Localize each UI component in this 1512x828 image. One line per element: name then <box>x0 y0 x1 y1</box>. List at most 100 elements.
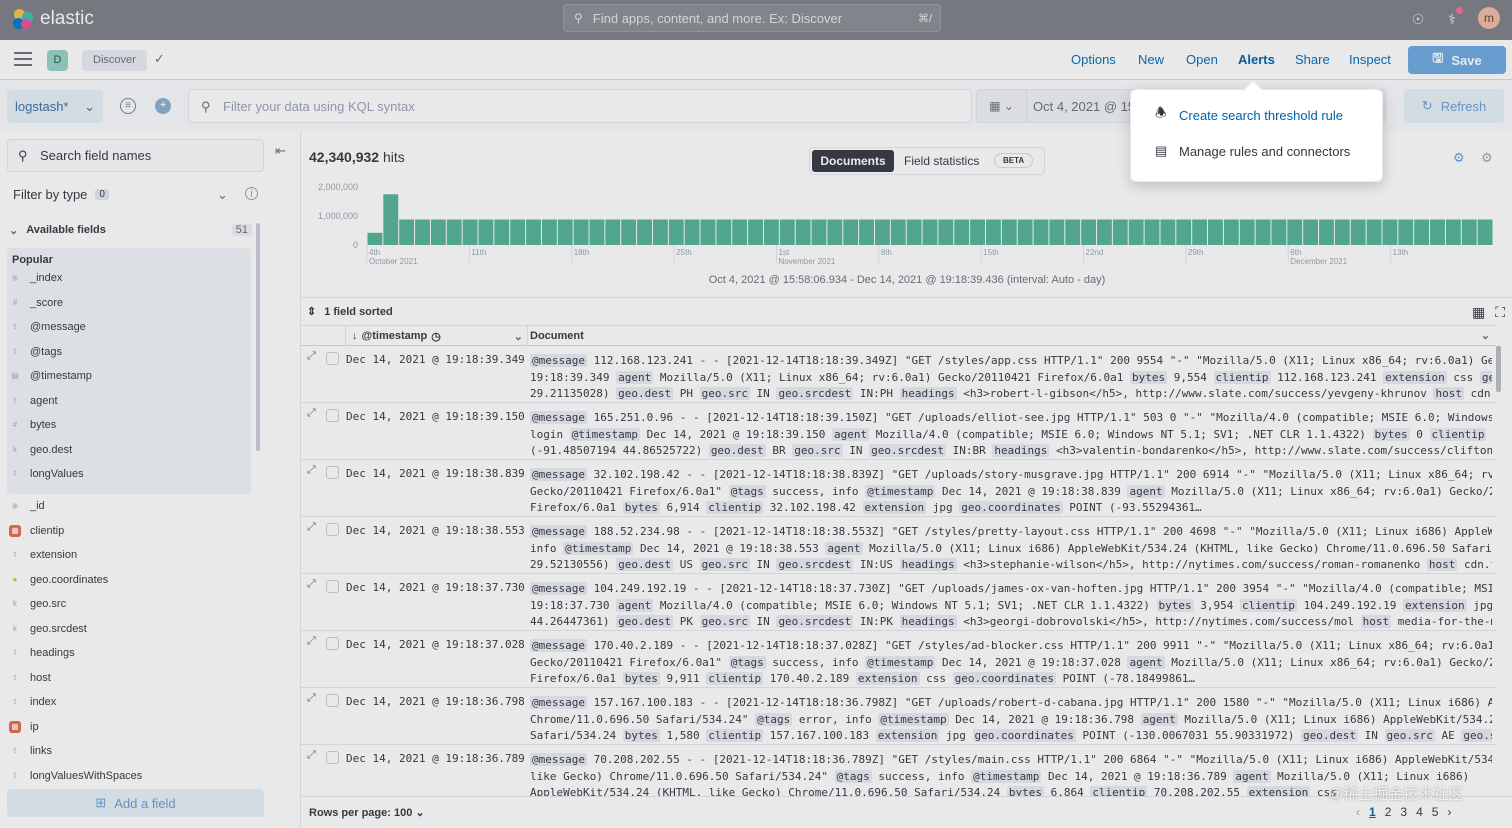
table-row[interactable]: ⤢ Dec 14, 2021 @ 19:18:38.839 @message 32.… <box>301 460 1496 517</box>
refresh-button[interactable]: ↻ Refresh <box>1404 89 1504 123</box>
histogram-bar[interactable] <box>859 219 874 245</box>
histogram-bar[interactable] <box>446 219 462 245</box>
row-checkbox[interactable] <box>326 637 339 650</box>
histogram-bar[interactable] <box>906 219 922 245</box>
histogram-bar[interactable] <box>843 219 859 245</box>
field-search-input[interactable]: ⚲ Search field names <box>7 139 264 172</box>
density-icon[interactable]: ▦ <box>1472 304 1485 321</box>
histogram-bar[interactable] <box>1239 219 1255 245</box>
manage-rules-item[interactable]: ▤ Manage rules and connectors <box>1155 141 1350 161</box>
alerts-link[interactable]: Alerts <box>1238 52 1275 67</box>
expand-row-icon[interactable]: ⤢ <box>307 407 316 420</box>
histogram-bar[interactable] <box>1160 219 1176 245</box>
page-2[interactable]: 2 <box>1385 805 1392 819</box>
histogram-bar[interactable] <box>1334 219 1350 245</box>
histogram-bar[interactable] <box>1065 219 1081 245</box>
histogram-bar[interactable] <box>1208 219 1223 245</box>
histogram-bar[interactable] <box>1461 219 1477 245</box>
histogram-bar[interactable] <box>510 219 526 245</box>
expand-row-icon[interactable]: ⤢ <box>307 692 316 705</box>
histogram-bar[interactable] <box>732 219 748 245</box>
expand-row-icon[interactable]: ⤢ <box>307 521 316 534</box>
histogram-bar[interactable] <box>1112 219 1128 245</box>
field-item[interactable]: k geo.dest <box>9 440 72 460</box>
field-item[interactable]: t @message <box>9 317 86 337</box>
histogram-bar[interactable] <box>1049 219 1065 245</box>
sidebar-scrollbar[interactable] <box>256 223 260 451</box>
field-item[interactable]: t longValuesWithSpaces <box>9 766 142 786</box>
info-icon[interactable]: i <box>245 187 258 200</box>
expand-row-icon[interactable]: ⤢ <box>307 578 316 591</box>
user-avatar[interactable]: m <box>1478 7 1500 29</box>
grid-scrollbar[interactable] <box>1496 346 1501 392</box>
expand-row-icon[interactable]: ⤢ <box>307 635 316 648</box>
rows-per-page-select[interactable]: Rows per page: 100 ⌄ <box>309 806 425 819</box>
field-item[interactable]: ◉ _id <box>9 496 45 516</box>
field-item[interactable]: t links <box>9 741 52 761</box>
page-5[interactable]: 5 <box>1432 805 1439 819</box>
histogram-bar[interactable] <box>1445 219 1461 245</box>
histogram-bar[interactable] <box>1366 219 1382 245</box>
histogram-bar[interactable] <box>1477 219 1493 245</box>
column-header-document[interactable]: Document <box>530 326 584 346</box>
histogram-bar[interactable] <box>970 219 986 245</box>
add-filter-icon[interactable]: + <box>155 98 171 114</box>
field-item[interactable]: ● geo.coordinates <box>9 570 109 590</box>
row-checkbox[interactable] <box>326 580 339 593</box>
histogram-bar[interactable] <box>1128 219 1144 245</box>
histogram-bar[interactable] <box>1382 219 1398 245</box>
field-item[interactable]: t extension <box>9 545 77 565</box>
histogram-bar[interactable] <box>763 219 779 245</box>
table-row[interactable]: ⤢ Dec 14, 2021 @ 19:18:38.553 @message 188… <box>301 517 1496 574</box>
menu-icon[interactable] <box>14 52 32 66</box>
histogram-bar[interactable] <box>1303 219 1319 245</box>
row-checkbox[interactable] <box>326 409 339 422</box>
row-checkbox[interactable] <box>326 352 339 365</box>
tab-field-statistics[interactable]: Field statistics <box>904 150 979 172</box>
histogram-bar[interactable] <box>716 219 732 245</box>
column-header-timestamp[interactable]: ↓ @timestamp ◷ ⌄ <box>345 326 528 346</box>
open-link[interactable]: Open <box>1186 52 1218 67</box>
field-item[interactable]: t longValues <box>9 464 84 484</box>
share-link[interactable]: Share <box>1295 52 1330 67</box>
field-item[interactable]: # _score <box>9 293 63 313</box>
histogram-bar[interactable] <box>1001 219 1017 245</box>
field-item[interactable]: t index <box>9 692 56 712</box>
table-row[interactable]: ⤢ Dec 14, 2021 @ 19:18:37.028 @message 170… <box>301 631 1496 688</box>
filter-options-icon[interactable]: ≡ <box>120 98 136 114</box>
histogram-bar[interactable] <box>573 219 589 245</box>
table-row[interactable]: ⤢ Dec 14, 2021 @ 19:18:36.789 @message 70.… <box>301 745 1496 802</box>
histogram-bar[interactable] <box>811 219 827 245</box>
field-item[interactable]: ▦ ip <box>9 717 39 737</box>
histogram-bar[interactable] <box>938 219 954 245</box>
tab-documents[interactable]: Documents <box>812 150 894 172</box>
histogram-bar[interactable] <box>430 219 446 245</box>
expand-row-icon[interactable]: ⤢ <box>307 350 316 363</box>
histogram-bar[interactable] <box>462 219 478 245</box>
histogram-bar[interactable] <box>478 219 494 245</box>
breadcrumb[interactable]: Discover <box>82 50 147 71</box>
histogram-bar[interactable] <box>1255 219 1271 245</box>
histogram-bar[interactable] <box>1319 219 1334 245</box>
histogram-bar[interactable] <box>684 219 700 245</box>
gear-icon[interactable]: ⚙ <box>1481 150 1493 166</box>
histogram-bar[interactable] <box>668 219 684 245</box>
add-field-button[interactable]: ⊞ Add a field <box>7 789 264 817</box>
inspect-link[interactable]: Inspect <box>1349 52 1391 67</box>
histogram-bar[interactable] <box>1223 219 1239 245</box>
histogram-bar[interactable] <box>1017 219 1033 245</box>
histogram-bar[interactable] <box>748 219 763 245</box>
histogram-bar[interactable] <box>954 219 970 245</box>
table-row[interactable]: ⤢ Dec 14, 2021 @ 19:18:39.349 @message 112… <box>301 346 1496 403</box>
prev-page-icon[interactable]: ‹ <box>1356 805 1360 819</box>
histogram-bar[interactable] <box>605 219 621 245</box>
histogram-bar[interactable] <box>399 219 415 245</box>
histogram-bar[interactable] <box>557 219 573 245</box>
histogram-bar[interactable] <box>1176 219 1192 245</box>
row-checkbox[interactable] <box>326 751 339 764</box>
histogram-bar[interactable] <box>1192 219 1208 245</box>
page-4[interactable]: 4 <box>1416 805 1423 819</box>
chevron-down-icon[interactable]: ⌄ <box>1481 329 1490 342</box>
create-threshold-rule-item[interactable]: 🕭 Create search threshold rule <box>1155 105 1343 125</box>
histogram-bar[interactable] <box>415 219 430 245</box>
